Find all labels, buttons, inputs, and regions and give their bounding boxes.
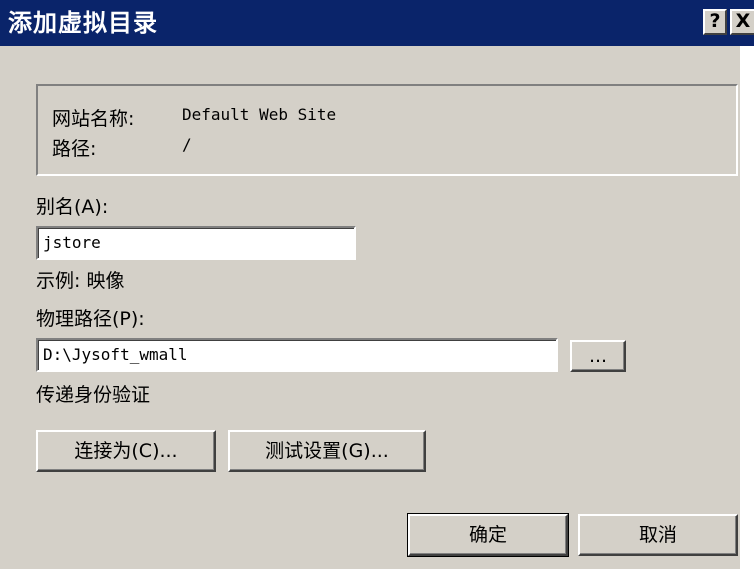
alias-input[interactable]: jstore (36, 226, 356, 260)
alias-label: 别名(A): (36, 196, 109, 218)
test-settings-button[interactable]: 测试设置(G)... (228, 430, 426, 472)
window-title: 添加虚拟目录 (8, 9, 158, 37)
ok-button[interactable]: 确定 (407, 513, 569, 557)
pass-through-auth-label: 传递身份验证 (36, 384, 151, 406)
title-bar[interactable]: 添加虚拟目录 ? X (0, 0, 754, 46)
physical-path-input[interactable]: D:\Jysoft_wmall (36, 338, 558, 372)
site-name-value: Default Web Site (182, 105, 337, 124)
path-value: / (182, 135, 192, 154)
path-label: 路径: (52, 138, 97, 160)
physical-path-label: 物理路径(P): (36, 308, 145, 330)
site-name-label: 网站名称: (52, 108, 135, 130)
window-edge-right (740, 46, 754, 569)
close-button[interactable]: X (730, 9, 754, 35)
alias-example: 示例: 映像 (36, 270, 125, 292)
browse-button[interactable]: ... (570, 340, 626, 372)
connect-as-button[interactable]: 连接为(C)... (36, 430, 216, 472)
site-info-box: 网站名称: Default Web Site 路径: / (36, 84, 738, 176)
cancel-button[interactable]: 取消 (578, 514, 738, 556)
help-button[interactable]: ? (703, 9, 727, 35)
